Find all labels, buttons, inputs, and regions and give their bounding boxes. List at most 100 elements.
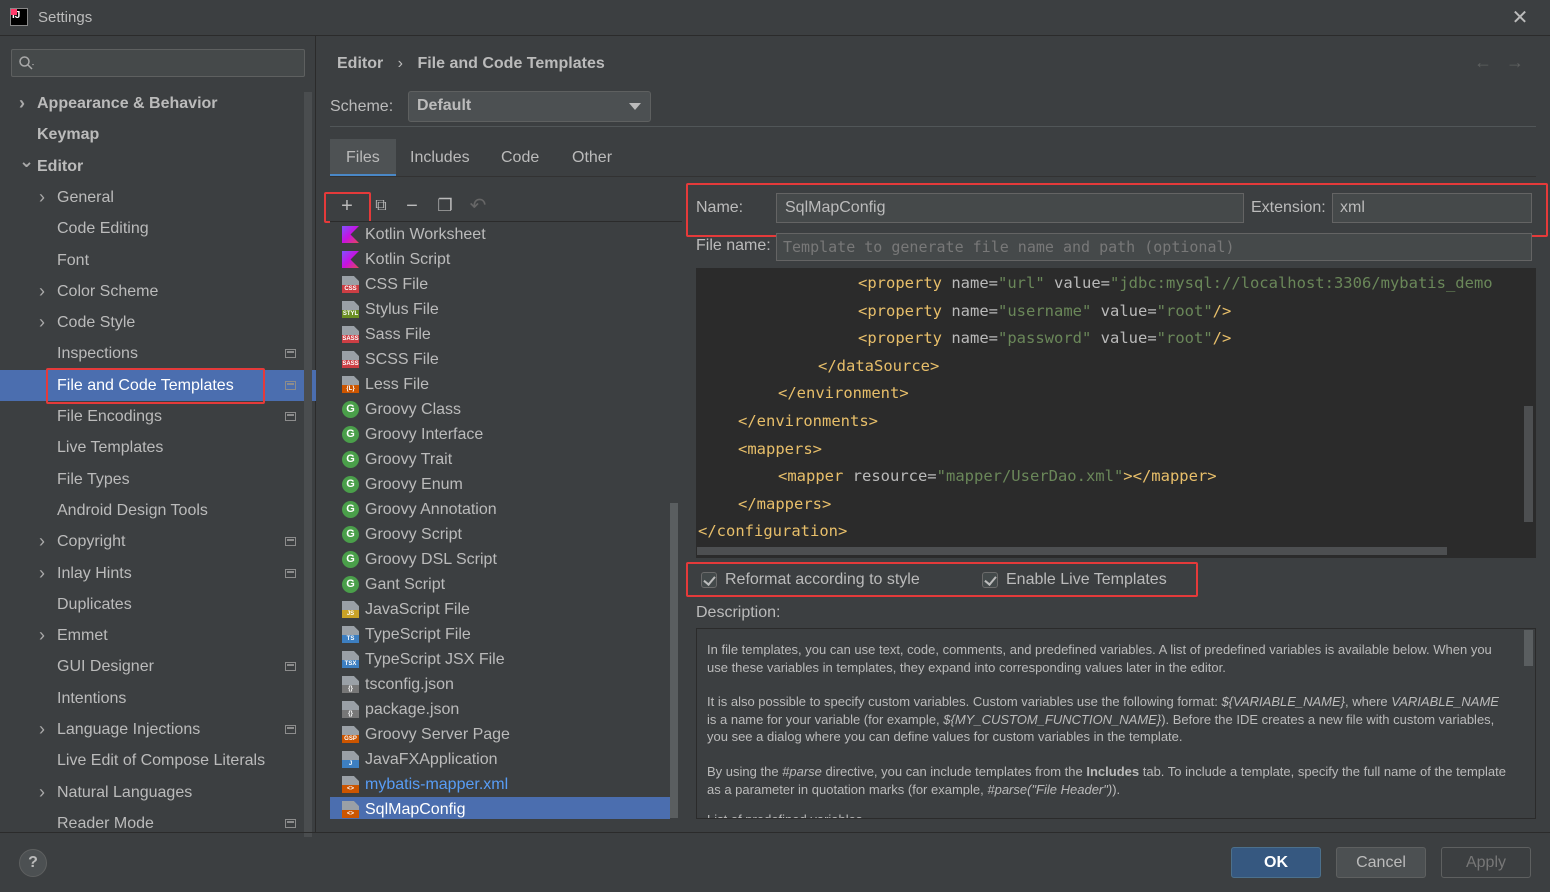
file-name-field[interactable]: Template to generate file name and path … (776, 233, 1532, 261)
live-templates-checkbox[interactable] (982, 572, 998, 588)
sidebar-item-live-edit-of-compose-literals[interactable]: Live Edit of Compose Literals (0, 745, 316, 776)
sidebar-item-file-types[interactable]: File Types (0, 464, 316, 495)
sidebar-item-file-encodings[interactable]: File Encodings (0, 401, 316, 432)
file-type-icon: <> (342, 801, 359, 818)
template-list-item[interactable]: G Groovy Script (330, 522, 670, 547)
template-name: Less File (365, 376, 430, 393)
tab-files[interactable]: Files (330, 139, 396, 177)
sidebar-item-color-scheme[interactable]: › Color Scheme (0, 276, 316, 307)
template-list-item[interactable]: {} tsconfig.json (330, 672, 670, 697)
back-arrow-icon[interactable]: ← (1474, 52, 1492, 73)
template-list-item[interactable]: {L} Less File (330, 372, 670, 397)
cancel-button[interactable]: Cancel (1336, 847, 1426, 878)
tab-code[interactable]: Code (485, 139, 555, 177)
help-button[interactable]: ? (19, 849, 47, 877)
remove-template-button[interactable]: − (398, 192, 426, 220)
close-icon[interactable]: ✕ (1508, 6, 1532, 30)
template-list-item[interactable]: <> mybatis-mapper.xml (330, 772, 670, 797)
template-list-item[interactable]: G Groovy Annotation (330, 497, 670, 522)
sidebar-item-keymap[interactable]: Keymap (0, 119, 316, 150)
template-list-item[interactable]: G Gant Script (330, 572, 670, 597)
chevron-right-icon[interactable]: › (39, 526, 45, 557)
code-line: </environment> (778, 380, 909, 407)
editor-vertical-scrollbar[interactable] (1524, 406, 1533, 522)
sidebar-item-general[interactable]: › General (0, 182, 316, 213)
reformat-label[interactable]: Reformat according to style (725, 571, 920, 589)
sidebar-item-duplicates[interactable]: Duplicates (0, 589, 316, 620)
sidebar-item-code-style[interactable]: › Code Style (0, 307, 316, 338)
add-template-button[interactable]: + (333, 192, 361, 220)
code-token: </dataSource> (818, 356, 940, 375)
description-scrollbar[interactable] (1524, 630, 1533, 666)
templates-list-scrollbar[interactable] (670, 503, 678, 818)
name-field[interactable]: SqlMapConfig (776, 193, 1244, 223)
chevron-right-icon[interactable]: › (39, 307, 45, 338)
template-list-item[interactable]: TSX TypeScript JSX File (330, 647, 670, 672)
editor-horizontal-scrollbar[interactable] (697, 547, 1447, 555)
sidebar-item-code-editing[interactable]: Code Editing (0, 213, 316, 244)
extension-field[interactable]: xml (1332, 193, 1532, 223)
chevron-right-icon[interactable]: › (39, 620, 45, 651)
live-templates-label[interactable]: Enable Live Templates (1006, 571, 1167, 589)
chevron-right-icon[interactable]: › (39, 276, 45, 307)
groovy-icon: G (342, 451, 359, 468)
sidebar-scrollbar[interactable] (304, 92, 312, 837)
scheme-dropdown[interactable]: Default (408, 91, 651, 122)
chevron-right-icon[interactable]: › (39, 777, 45, 808)
create-child-template-button[interactable]: ⧉ (367, 192, 395, 220)
template-list-item[interactable]: G Groovy Interface (330, 422, 670, 447)
ok-button[interactable]: OK (1231, 847, 1321, 878)
template-list-item[interactable]: JS JavaScript File (330, 597, 670, 622)
tab-includes[interactable]: Includes (394, 139, 486, 177)
chevron-right-icon[interactable]: › (39, 714, 45, 745)
chevron-right-icon[interactable]: › (39, 182, 45, 213)
sidebar-item-copyright[interactable]: › Copyright (0, 526, 316, 557)
sidebar-item-editor[interactable]: ⌄ Editor (0, 151, 316, 182)
template-list-item[interactable]: <> SqlMapConfig (330, 797, 670, 819)
template-list-item[interactable]: SASS Sass File (330, 322, 670, 347)
template-code-editor[interactable]: <property name="url" value="jdbc:mysql:/… (696, 268, 1536, 558)
sidebar-item-natural-languages[interactable]: › Natural Languages (0, 777, 316, 808)
template-list-item[interactable]: Kotlin Worksheet (330, 222, 670, 247)
template-list-item[interactable]: J JavaFXApplication (330, 747, 670, 772)
template-list-item[interactable]: {} package.json (330, 697, 670, 722)
template-list-item[interactable]: G Groovy DSL Script (330, 547, 670, 572)
sidebar-item-language-injections[interactable]: › Language Injections (0, 714, 316, 745)
description-paragraph-4: List of predefined variables (707, 811, 1507, 818)
search-input[interactable] (11, 49, 305, 77)
sidebar-item-emmet[interactable]: › Emmet (0, 620, 316, 651)
sidebar-item-appearance-behavior[interactable]: › Appearance & Behavior (0, 88, 316, 119)
breadcrumb-editor[interactable]: Editor (337, 55, 383, 73)
template-list-item[interactable]: SASS SCSS File (330, 347, 670, 372)
sidebar-item-android-design-tools[interactable]: Android Design Tools (0, 495, 316, 526)
apply-button[interactable]: Apply (1441, 847, 1531, 878)
copy-template-button[interactable]: ❐ (431, 192, 459, 220)
template-list-item[interactable]: Kotlin Script (330, 247, 670, 272)
sidebar-item-label: File Encodings (57, 408, 162, 425)
chevron-right-icon[interactable]: › (19, 88, 25, 119)
forward-arrow-icon[interactable]: → (1506, 52, 1524, 73)
file-type-icon: TS (342, 626, 359, 643)
template-list-item[interactable]: STYL Stylus File (330, 297, 670, 322)
sidebar-item-gui-designer[interactable]: GUI Designer (0, 651, 316, 682)
template-list-item[interactable]: TS TypeScript File (330, 622, 670, 647)
reformat-checkbox[interactable] (701, 572, 717, 588)
template-name: package.json (365, 701, 460, 718)
sidebar-item-font[interactable]: Font (0, 245, 316, 276)
template-list-item[interactable]: G Groovy Enum (330, 472, 670, 497)
sidebar-item-intentions[interactable]: Intentions (0, 683, 316, 714)
sidebar-item-file-and-code-templates[interactable]: File and Code Templates (0, 369, 316, 401)
tab-other[interactable]: Other (556, 139, 628, 177)
chevron-right-icon[interactable]: › (39, 558, 45, 589)
template-list-item[interactable]: G Groovy Trait (330, 447, 670, 472)
template-list-item[interactable]: GSP Groovy Server Page (330, 722, 670, 747)
sidebar-item-reader-mode[interactable]: Reader Mode (0, 808, 316, 839)
reset-template-button[interactable]: ↶ (464, 192, 492, 220)
chevron-down-icon[interactable]: ⌄ (19, 146, 34, 177)
template-list-item[interactable]: G Groovy Class (330, 397, 670, 422)
template-list-item[interactable]: CSS CSS File (330, 272, 670, 297)
sidebar-item-live-templates[interactable]: Live Templates (0, 432, 316, 463)
sidebar-item-label: Code Style (57, 314, 136, 332)
sidebar-item-inlay-hints[interactable]: › Inlay Hints (0, 558, 316, 589)
sidebar-item-inspections[interactable]: Inspections (0, 338, 316, 369)
